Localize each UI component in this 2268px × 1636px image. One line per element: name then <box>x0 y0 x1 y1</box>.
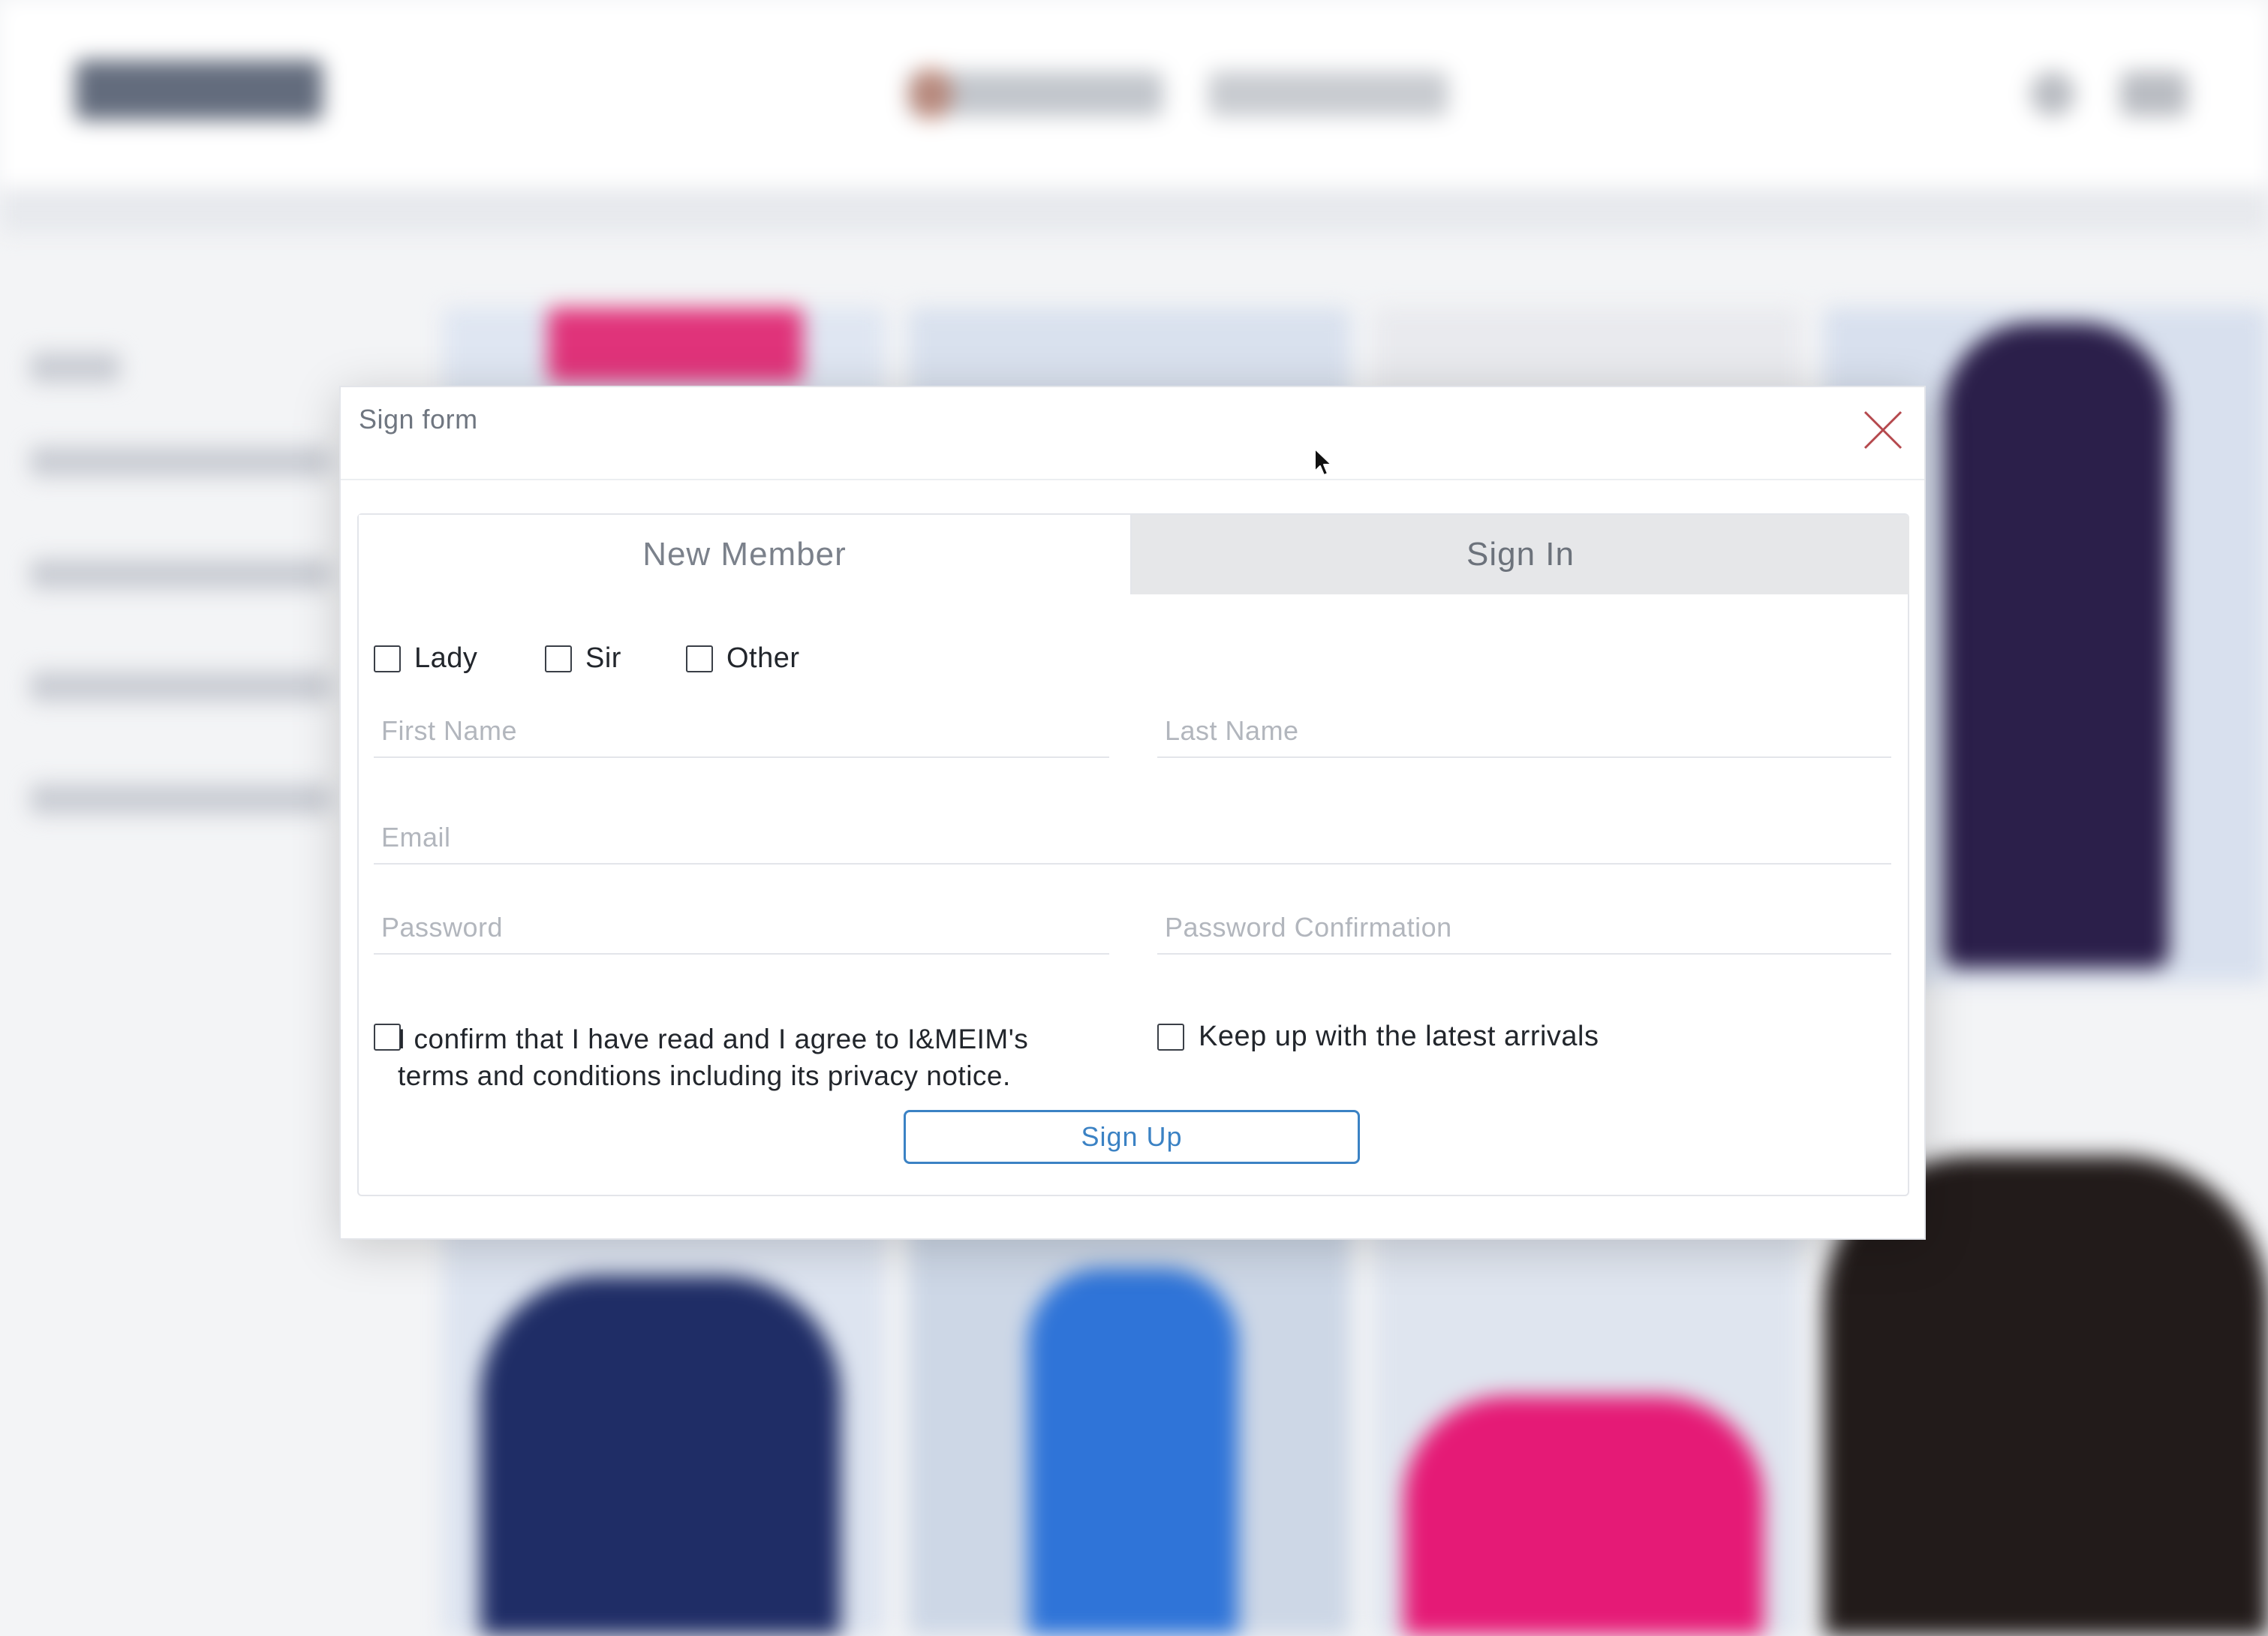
other-label: Other <box>726 642 800 674</box>
last-name-input[interactable] <box>1157 705 1891 758</box>
close-icon <box>1863 411 1903 450</box>
product-image <box>1403 1396 1764 1636</box>
tab-new-member[interactable]: New Member <box>359 515 1132 594</box>
close-button[interactable] <box>1861 408 1905 452</box>
account-icon <box>2030 71 2075 116</box>
password-input[interactable] <box>374 902 1109 955</box>
sidebar-heading <box>30 353 120 383</box>
dialog-title: Sign form <box>359 404 478 435</box>
site-logo <box>75 60 323 120</box>
email-input[interactable] <box>374 812 1891 865</box>
nav-link-1 <box>908 71 1163 116</box>
sidebar-filter <box>30 784 330 814</box>
product-image <box>548 308 803 383</box>
sir-label: Sir <box>585 642 621 674</box>
sidebar-filter <box>30 559 330 589</box>
terms-label: I confirm that I have read and I agree t… <box>398 1024 1029 1091</box>
other-checkbox[interactable] <box>686 645 713 672</box>
tab-sign-in[interactable]: Sign In <box>1132 515 1909 594</box>
product-image <box>480 1276 841 1636</box>
password-confirmation-input[interactable] <box>1157 902 1891 955</box>
mouse-cursor-icon <box>1314 448 1332 476</box>
sign-up-button[interactable]: Sign Up <box>904 1110 1360 1164</box>
sidebar-filter <box>30 672 330 702</box>
product-image <box>1028 1268 1238 1636</box>
newsletter-checkbox[interactable] <box>1157 1024 1184 1051</box>
sir-checkbox[interactable] <box>545 645 572 672</box>
product-image <box>1944 323 2169 968</box>
terms-checkbox[interactable] <box>374 1024 401 1051</box>
category-bar <box>0 188 2268 233</box>
dialog-divider <box>341 479 1924 480</box>
nav-link-2 <box>1208 71 1448 116</box>
first-name-input[interactable] <box>374 705 1109 758</box>
sidebar-filter <box>30 447 330 477</box>
cart-icon <box>2120 71 2188 116</box>
lady-label: Lady <box>414 642 478 674</box>
newsletter-label: Keep up with the latest arrivals <box>1199 1021 1599 1052</box>
lady-checkbox[interactable] <box>374 645 401 672</box>
